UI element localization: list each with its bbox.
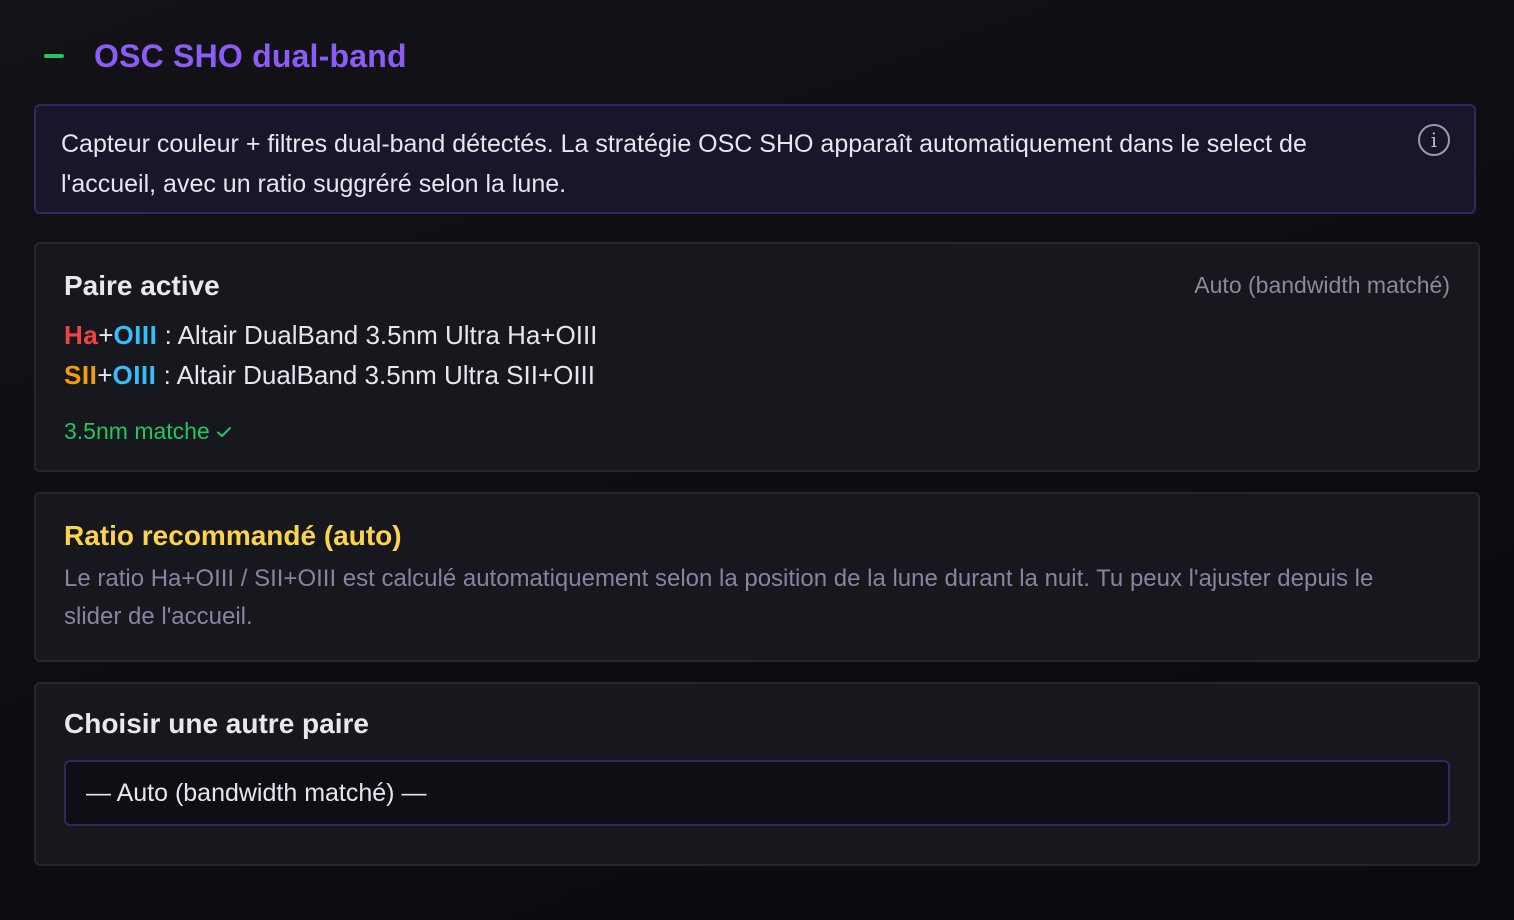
bandwidth-match-status: 3.5nm matche xyxy=(64,418,232,445)
band-oiii-label: OIII xyxy=(112,360,157,390)
info-banner-text: Capteur couleur + filtres dual-band déte… xyxy=(61,130,1307,198)
ratio-description: Le ratio Ha+OIII / SII+OIII est calculé … xyxy=(64,565,1374,630)
band-oiii-label: OIII xyxy=(113,320,158,350)
ratio-card: Ratio recommandé (auto) Le ratio Ha+OIII… xyxy=(34,492,1480,662)
active-pair-mode: Auto (bandwidth matché) xyxy=(1194,272,1450,298)
pair-line-sii-oiii: SII+OIII : Altair DualBand 3.5nm Ultra S… xyxy=(64,360,595,391)
band-plus: + xyxy=(98,320,114,350)
check-icon xyxy=(216,427,231,437)
collapse-toggle-button[interactable] xyxy=(44,54,64,58)
info-banner: Capteur couleur + filtres dual-band déte… xyxy=(34,104,1476,214)
section-header: OSC SHO dual-band xyxy=(44,34,407,78)
match-status-text: 3.5nm matche xyxy=(64,418,210,444)
active-pair-title: Paire active xyxy=(64,270,220,301)
info-icon-glyph: i xyxy=(1430,128,1438,152)
page: OSC SHO dual-band Capteur couleur + filt… xyxy=(0,0,1514,920)
pair-separator: : xyxy=(157,320,178,350)
choose-pair-card: Choisir une autre paire — Auto (bandwidt… xyxy=(34,682,1480,866)
choose-pair-title: Choisir une autre paire xyxy=(64,708,369,739)
ratio-title: Ratio recommandé (auto) xyxy=(64,520,402,551)
info-icon[interactable]: i xyxy=(1418,124,1450,156)
band-ha-label: Ha xyxy=(64,320,99,350)
pair-line-ha-oiii: Ha+OIII : Altair DualBand 3.5nm Ultra Ha… xyxy=(64,320,597,351)
band-sii-label: SII xyxy=(64,360,98,390)
section-title: OSC SHO dual-band xyxy=(94,37,407,74)
pair-select[interactable]: — Auto (bandwidth matché) — xyxy=(64,760,1450,826)
pair-filter-name: Altair DualBand 3.5nm Ultra Ha+OIII xyxy=(177,320,598,350)
active-pair-card: Paire active Auto (bandwidth matché) Ha+… xyxy=(34,242,1480,472)
pair-separator: : xyxy=(156,360,177,390)
band-plus: + xyxy=(97,360,113,390)
pair-filter-name: Altair DualBand 3.5nm Ultra SII+OIII xyxy=(176,360,595,390)
